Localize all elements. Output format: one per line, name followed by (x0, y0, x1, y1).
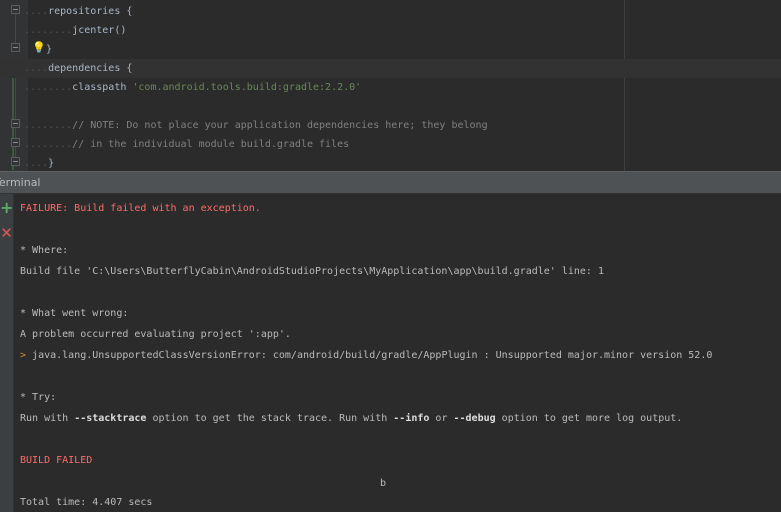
code-line[interactable]: ........// NOTE: Do not place your appli… (0, 116, 781, 135)
code-line[interactable]: ........jcenter() (0, 21, 781, 40)
code-editor[interactable]: ....repositories { ........jcenter() } 💡… (0, 0, 781, 171)
code-line[interactable]: ........classpath 'com.android.tools.bui… (0, 78, 781, 97)
code-line[interactable]: ....} (0, 154, 781, 171)
build-file-line: Build file 'C:\Users\ButterflyCabin\Andr… (20, 266, 604, 277)
terminal-tool-window-header[interactable]: Terminal (0, 171, 781, 194)
code-line[interactable]: ........// in the individual module buil… (0, 135, 781, 154)
code-line[interactable]: } (0, 40, 781, 59)
close-session-icon[interactable]: ✕ (0, 225, 13, 241)
what-went-wrong-heading: * What went wrong: (20, 308, 129, 319)
problem-line: A problem occurred evaluating project ':… (20, 329, 291, 340)
try-heading: * Try: (20, 392, 57, 403)
code-line-current[interactable]: ....dependencies { (0, 59, 781, 78)
terminal-output[interactable]: FAILURE: Build failed with an exception.… (14, 194, 781, 512)
terminal-title: Terminal (0, 176, 41, 189)
try-line: Run with --stacktrace option to get the … (20, 413, 683, 424)
build-failed-line: BUILD FAILED (20, 455, 93, 466)
where-heading: * Where: (20, 245, 69, 256)
failure-message: FAILURE: Build failed with an exception. (20, 203, 261, 214)
error-line: > java.lang.UnsupportedClassVersionError… (20, 350, 713, 361)
code-line[interactable]: ....repositories { (0, 2, 781, 21)
total-time-line: Total time: 4.407 secs (20, 497, 153, 508)
stray-character: b (380, 478, 387, 489)
lightbulb-icon[interactable]: 💡 (32, 42, 46, 54)
new-session-plus-icon[interactable]: + (0, 200, 13, 216)
